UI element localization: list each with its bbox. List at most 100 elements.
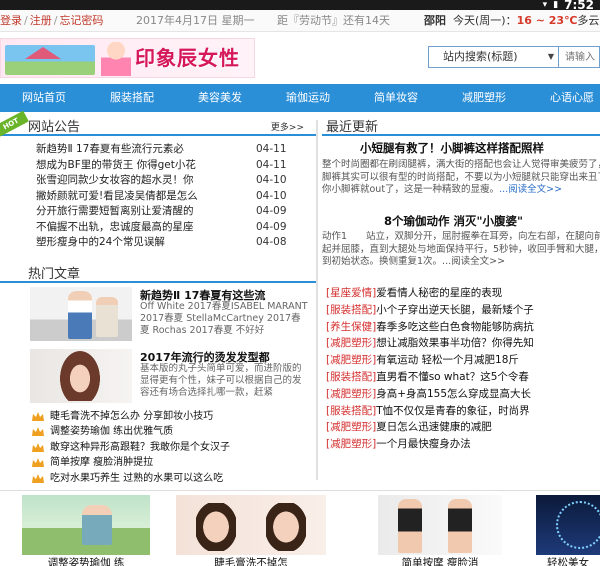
list-item[interactable]: 塑形瘦身中的24个常见误解 04-08 (36, 235, 316, 251)
lead-article-summary: 动作1 站立，双脚分开，屈肘握拳在耳旁，向左右部，在腿向前抬起并屈膝，直到大腿处… (322, 231, 600, 281)
list-item[interactable]: 不偏握不出轨，忠诚度最高的星座 04-09 (36, 220, 316, 236)
read-more-link[interactable]: ...阅读全文>> (442, 256, 505, 267)
list-item[interactable]: 简单按摩 瘦脸消肿提拉 (32, 455, 316, 471)
list-item[interactable]: 敢穿这种异形高跟鞋？我敢你是个女汉子 (32, 440, 316, 456)
item-title[interactable]: T恤不仅仅是青春的象征，时尚界 (376, 405, 529, 417)
gallery-card[interactable]: 睫毛膏洗不掉怎 (176, 495, 326, 566)
list-item[interactable]: [减肥塑形]身高+身高155怎么穿成显高大长 (322, 386, 600, 403)
register-link[interactable]: 注册 (30, 14, 52, 27)
item-title[interactable]: 一个月最快瘦身办法 (376, 438, 471, 450)
weather-day: 今天(周一)： (453, 14, 517, 27)
crown-icon (32, 458, 44, 467)
nav-beauty[interactable]: 美容美发 (176, 84, 264, 112)
search-scope-select[interactable]: 站内搜索(标题) ▼ (429, 47, 559, 67)
site-search: 站内搜索(标题) ▼ (428, 46, 600, 68)
nav-yoga[interactable]: 瑜伽运动 (264, 84, 352, 112)
weather-temp: 16 ~ 23℃ (516, 14, 578, 27)
read-more-link[interactable]: ...阅读全文>> (499, 184, 562, 195)
search-input[interactable] (561, 47, 600, 67)
gallery-image[interactable] (536, 495, 600, 555)
site-header: 印象辰女性 站内搜索(标题) ▼ (0, 32, 600, 84)
latest-list: [星座爱情]爱看情人秘密的星座的表现 [服装搭配]小个子穿出逆天长腿，最新矮个子… (322, 285, 600, 453)
notice-date: 04-09 (256, 220, 287, 233)
item-title[interactable]: 小个子穿出逆天长腿，最新矮个子 (376, 304, 534, 316)
nav-weight-loss[interactable]: 减肥塑形 (440, 84, 528, 112)
list-item[interactable]: 睫毛膏洗不掉怎么办 分享卸妆小技巧 (32, 409, 316, 425)
category-tag[interactable]: [减肥塑形] (326, 354, 376, 366)
latest-header: 最近更新 (322, 112, 600, 136)
category-tag[interactable]: [减肥塑形] (326, 438, 376, 450)
notice-date: 04-11 (256, 143, 287, 155)
crown-icon (32, 427, 44, 436)
item-title[interactable]: 身高+身高155怎么穿成显高大长 (376, 388, 531, 400)
list-item[interactable]: 吃对水果巧养生 过熟的水果可以这么吃 (32, 471, 316, 487)
gallery-caption[interactable]: 简单按摩 瘦脸消 (378, 555, 502, 566)
nav-makeup[interactable]: 简单妆容 (352, 84, 440, 112)
column-divider (316, 120, 318, 480)
crown-icon (32, 411, 44, 421)
gallery-caption[interactable]: 睫毛膏洗不掉怎 (176, 555, 326, 566)
list-item[interactable]: 张雪迎同款少女妆容的超水灵！你 04-10 (36, 173, 316, 189)
gallery-caption[interactable]: 调整姿势瑜伽 练 (22, 555, 150, 566)
list-item[interactable]: [减肥塑形]想让减脂效果事半功倍？你得先知 (322, 335, 600, 352)
list-item[interactable]: [星座爱情]爱看情人秘密的星座的表现 (322, 285, 600, 302)
category-tag[interactable]: [服装搭配] (326, 405, 376, 417)
nav-clothing[interactable]: 服装搭配 (88, 84, 176, 112)
item-title[interactable]: 爱看情人秘密的星座的表现 (376, 287, 502, 299)
weather-city: 邵阳 (424, 14, 446, 27)
nav-wishes[interactable]: 心语心愿 (528, 84, 600, 112)
list-item[interactable]: 撇娇颜就可爱!看昆凌吴倩都是怎么 04-10 (36, 189, 316, 205)
lead-article-title[interactable]: 8个瑜伽动作 消灭"小腹婆" (322, 213, 600, 229)
hot-article[interactable]: 新趋势Ⅱ 17春夏有这些流 Off White 2017春夏ISABEL MAR… (0, 286, 316, 345)
item-title[interactable]: 春季多吃这些白色食物能够防病抗 (376, 321, 534, 333)
forgot-password-link[interactable]: 忘记密码 (59, 14, 103, 27)
item-title[interactable]: 有氧运动 轻松一个月减肥18斤 (376, 354, 519, 366)
gallery-card[interactable]: 调整姿势瑜伽 练 (22, 495, 150, 566)
site-logo[interactable]: 印象辰女性 (0, 38, 255, 78)
category-tag[interactable]: [服装搭配] (326, 304, 376, 316)
login-link[interactable]: 登录 (0, 14, 22, 27)
category-tag[interactable]: [服装搭配] (326, 371, 376, 383)
list-item[interactable]: 新趋势Ⅱ 17春夏有些流行元素必 04-11 (36, 142, 316, 158)
category-tag[interactable]: [养生保健] (326, 321, 376, 333)
notice-title: 网站公告 (28, 120, 81, 135)
article-thumbnail[interactable] (30, 348, 132, 403)
category-tag[interactable]: [减肥塑形] (326, 337, 376, 349)
category-tag[interactable]: [减肥塑形] (326, 421, 376, 433)
gallery-caption[interactable]: 轻松美女 (536, 555, 600, 566)
hot-article[interactable]: 2017年流行的烫发发型都 基本版的丸子头简单可爱，而进阶版的显得更有个性，妹子… (0, 348, 316, 407)
tip-text: 吃对水果巧养生 过熟的水果可以这么吃 (50, 472, 224, 484)
gallery-card[interactable]: 轻松美女 (536, 495, 600, 566)
list-item[interactable]: [服装搭配]T恤不仅仅是青春的象征，时尚界 (322, 403, 600, 420)
list-item[interactable]: 想成为BF里的带货王 你得get小花 04-11 (36, 158, 316, 174)
item-title[interactable]: 夏日怎么迅速健康的减肥 (376, 421, 492, 433)
tip-text: 睫毛膏洗不掉怎么办 分享卸妆小技巧 (50, 410, 214, 422)
list-item[interactable]: [养生保健]春季多吃这些白色食物能够防病抗 (322, 319, 600, 336)
logo-house-illustration (5, 45, 95, 75)
article-thumbnail[interactable] (30, 286, 132, 341)
chevron-down-icon: ▼ (547, 52, 554, 61)
item-title[interactable]: 想让减脂效果事半功倍？你得先知 (376, 337, 534, 349)
lead-article-title[interactable]: 小短腿有救了！小脚裤这样搭配照样 (322, 140, 600, 156)
nav-home[interactable]: 网站首页 (0, 84, 88, 112)
crown-icon (32, 473, 44, 483)
list-item[interactable]: 调整姿势瑜伽 练出优雅气质 (32, 424, 316, 440)
top-info-bar: 登录 / 注册 / 忘记密码 2017年4月17日 星期一 距『劳动节』还有14天 邵阳… (0, 10, 600, 32)
gallery-image[interactable] (378, 495, 502, 555)
notice-more-link[interactable]: 更多>> (271, 120, 304, 133)
gallery-card[interactable]: 简单按摩 瘦脸消 (378, 495, 502, 566)
list-item[interactable]: [减肥塑形]有氧运动 轻松一个月减肥18斤 (322, 352, 600, 369)
image-gallery-strip: 调整姿势瑜伽 练 睫毛膏洗不掉怎 简单按摩 瘦脸消 轻松美女 (0, 490, 600, 566)
item-title[interactable]: 直男看不懂so what？这5个令春 (376, 371, 529, 383)
category-tag[interactable]: [减肥塑形] (326, 388, 376, 400)
gallery-image[interactable] (22, 495, 150, 555)
list-item[interactable]: [减肥塑形]夏日怎么迅速健康的减肥 (322, 419, 600, 436)
notice-date: 04-08 (256, 236, 287, 248)
list-item[interactable]: 分开旅行需要短暂离别让爱清醒的 04-09 (36, 204, 316, 220)
tip-text: 敢穿这种异形高跟鞋？我敢你是个女汉子 (50, 441, 230, 453)
category-tag[interactable]: [星座爱情] (326, 287, 376, 299)
list-item[interactable]: [减肥塑形]一个月最快瘦身办法 (322, 436, 600, 453)
list-item[interactable]: [服装搭配]直男看不懂so what？这5个令春 (322, 369, 600, 386)
list-item[interactable]: [服装搭配]小个子穿出逆天长腿，最新矮个子 (322, 302, 600, 319)
gallery-image[interactable] (176, 495, 326, 555)
